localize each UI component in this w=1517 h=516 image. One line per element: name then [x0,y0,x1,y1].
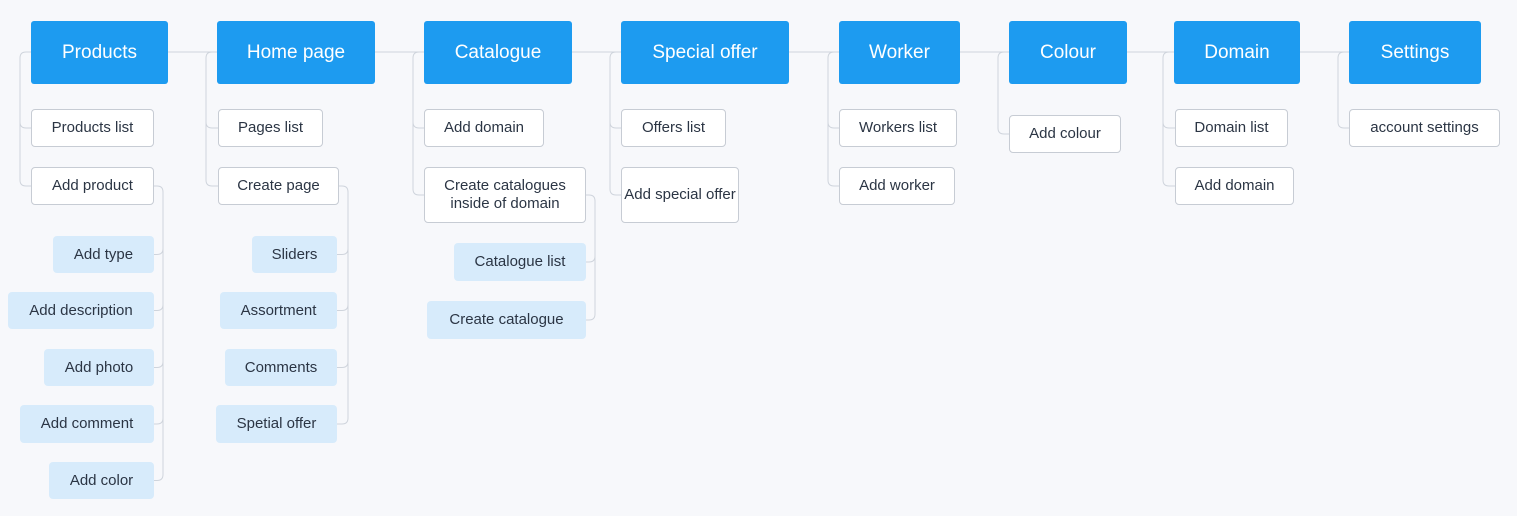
item-connector [205,179,218,187]
subitem-connector [154,248,164,255]
section-worker-bracket [827,51,839,180]
subitem-connector [154,304,164,311]
subitem-add-description[interactable]: Add description [8,292,154,329]
section-products[interactable]: Products [31,21,168,84]
section-colour[interactable]: Colour [1009,21,1127,84]
subitem-connector [337,248,349,255]
subitem-connector [154,417,164,425]
sitemap-diagram: Products Products list Add product Add type… [0,0,1517,516]
section-special-offer[interactable]: Special offer [621,21,789,84]
item-add-domain[interactable]: Add domain [1175,167,1294,205]
section-catalogue[interactable]: Catalogue [424,21,572,84]
item-connector [609,121,621,129]
subitem-sliders[interactable]: Sliders [252,236,337,273]
item-connector [19,179,31,187]
item-add-special-offer[interactable]: Add special offer [621,167,739,223]
subitem-spetial-offer[interactable]: Spetial offer [216,405,337,443]
item-offers-list[interactable]: Offers list [621,109,726,147]
section-home-page-bracket [205,51,217,180]
item-connector [1162,179,1175,187]
item-create-catalogues-inside-of-domain[interactable]: Create catalogues inside of domain [424,167,586,223]
subitem-bracket [339,185,349,418]
section-worker[interactable]: Worker [839,21,960,84]
subitem-add-photo[interactable]: Add photo [44,349,154,386]
item-connector [1337,121,1349,129]
item-connector [412,121,424,129]
item-connector [609,188,621,196]
subitem-add-color[interactable]: Add color [49,462,154,499]
item-connector [827,179,839,187]
subitem-connector [586,255,596,263]
item-add-domain[interactable]: Add domain [424,109,544,147]
subitem-bracket [586,194,596,314]
section-home-page[interactable]: Home page [217,21,375,84]
subitem-connector [154,361,164,368]
item-domain-list[interactable]: Domain list [1175,109,1288,147]
subitem-connector [337,304,349,311]
item-connector [1162,121,1175,129]
item-account-settings[interactable]: account settings [1349,109,1500,147]
subitem-comments[interactable]: Comments [225,349,337,386]
item-workers-list[interactable]: Workers list [839,109,957,147]
section-colour-bracket [997,51,1009,128]
subitem-connector [586,313,596,321]
section-products-bracket [19,51,31,180]
subitem-connector [154,474,164,481]
item-connector [205,121,218,129]
item-pages-list[interactable]: Pages list [218,109,323,147]
subitem-create-catalogue[interactable]: Create catalogue [427,301,586,339]
section-catalogue-bracket [412,51,424,189]
item-products-list[interactable]: Products list [31,109,154,147]
item-connector [997,127,1009,135]
subitem-bracket [154,185,164,475]
item-connector [412,188,424,196]
item-add-product[interactable]: Add product [31,167,154,205]
item-connector [19,121,31,129]
subitem-catalogue-list[interactable]: Catalogue list [454,243,586,281]
item-connector [827,121,839,129]
section-special-offer-bracket [609,51,621,189]
item-add-colour[interactable]: Add colour [1009,115,1121,153]
section-domain-bracket [1162,51,1174,180]
section-settings-bracket [1337,51,1349,122]
subitem-connector [337,361,349,368]
subitem-add-comment[interactable]: Add comment [20,405,154,443]
subitem-connector [337,417,349,425]
subitem-add-type[interactable]: Add type [53,236,154,273]
subitem-assortment[interactable]: Assortment [220,292,337,329]
section-settings[interactable]: Settings [1349,21,1481,84]
item-create-page[interactable]: Create page [218,167,339,205]
item-add-worker[interactable]: Add worker [839,167,955,205]
section-domain[interactable]: Domain [1174,21,1300,84]
